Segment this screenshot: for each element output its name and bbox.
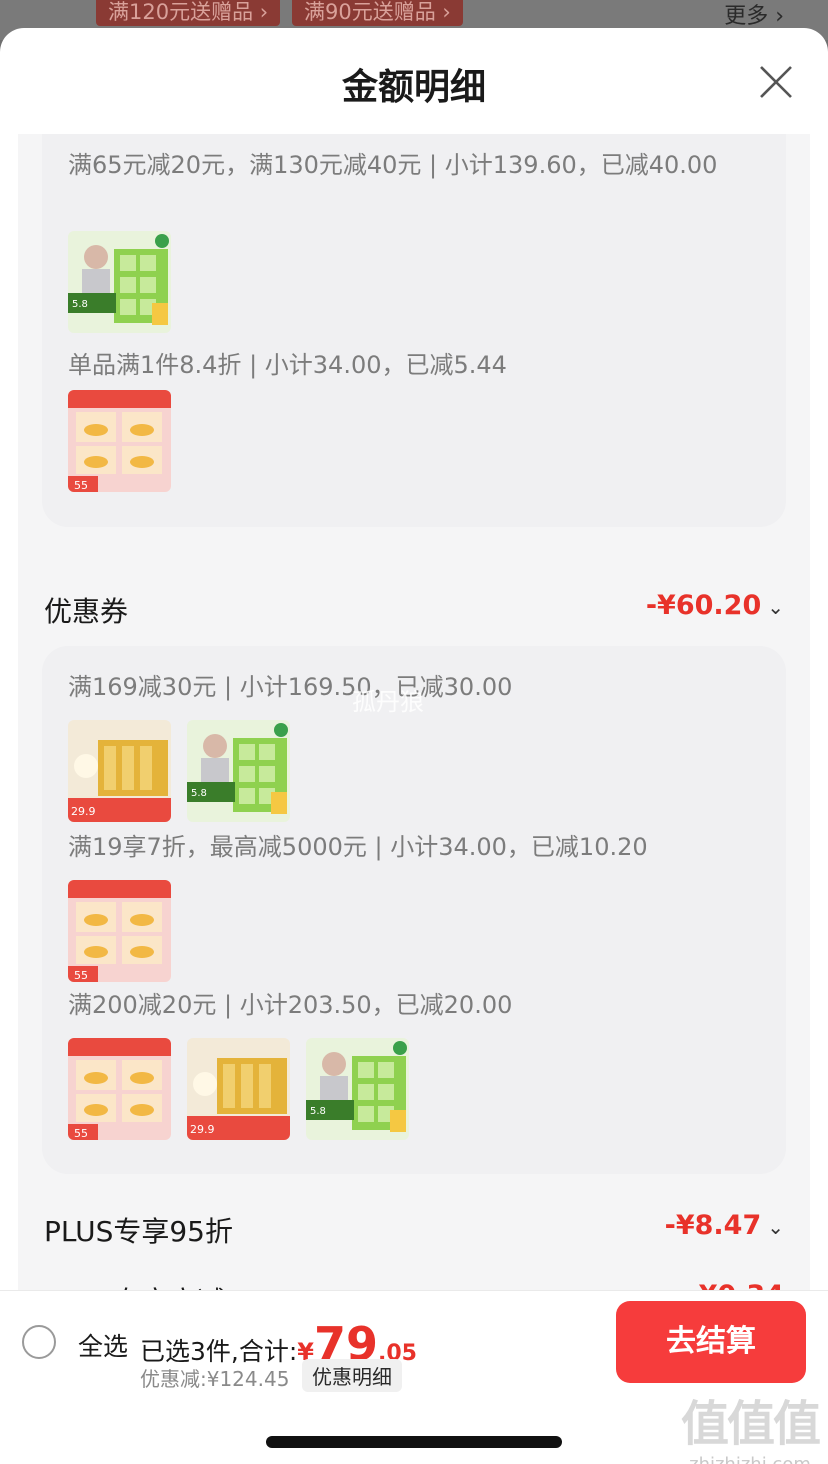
chevron-down-icon: ⌄ [767,595,784,619]
home-indicator [266,1436,562,1448]
coupon-value: -¥60.20 ⌄ [645,590,784,621]
site-url: zhizhizhi.com [676,1454,824,1464]
discount-detail-button[interactable]: 优惠明细 [302,1359,402,1392]
amount-detail-sheet: 金额明细 满65元减20元，满130元减40元 | 小计139.60，已减40.… [0,28,828,1464]
more-link: 更多 › [724,4,784,29]
price-tag: 55 [74,1127,88,1140]
coupon-thumbs-1: 29.9 5.8 [68,720,290,822]
site-logo: 值值值 [680,1396,821,1452]
chevron-down-icon: ⌄ [767,1215,784,1239]
price-tag: 55 [74,479,88,492]
coupon-thumbs-3: 55 29.9 5.8 [68,1038,409,1140]
promo-tag-90: 满90元送赠品 › [292,0,463,26]
coupon-rule-2: 满19享7折，最高减5000元 | 小计34.00，已减10.20 [68,833,648,861]
selected-count: 已选3件,合计: [140,1337,298,1366]
sheet-title: 金额明细 [341,67,486,108]
plus-discount-label: PLUS专享95折 [44,1215,233,1248]
promotion-card: 满65元减20元，满130元减40元 | 小计139.60，已减40.00 5.… [42,134,786,527]
product-thumb-gold-tissue[interactable]: 29.9 [68,720,171,822]
coupon-card: 满169减30元 | 小计169.50，已减30.00 29.9 5.8 满19… [42,646,786,1174]
coupon-thumbs-2: 55 [68,880,171,982]
price-tag: 5.8 [310,1106,326,1117]
close-button[interactable] [758,64,794,100]
price-tag: 5.8 [191,788,207,799]
product-thumb-green-tissue[interactable]: 5.8 [187,720,290,822]
price-tag: 29.9 [190,1123,215,1136]
watermark-text: 孤丹狼 [352,688,424,716]
product-thumb-green-tissue[interactable]: 5.8 [306,1038,409,1140]
select-all-label[interactable]: 全选 [78,1327,128,1363]
plus-discount-value: -¥8.47 ⌄ [664,1210,784,1241]
promo-thumbs-2: 55 [68,390,171,492]
coupon-label: 优惠券 [44,595,129,628]
discount-total: 优惠减:¥124.45 [140,1367,290,1391]
close-icon [760,66,792,98]
site-watermark: 值值值 zhizhizhi.com [676,1384,824,1464]
checkout-bar: 全选 已选3件,合计:¥79.05 优惠减:¥124.45 优惠明细 去结算 [0,1290,828,1392]
promo-rule-1: 满65元减20元，满130元减40元 | 小计139.60，已减40.00 [68,151,718,179]
coupon-row[interactable]: 优惠券 -¥60.20 ⌄ [44,590,784,630]
scroll-content[interactable]: 满65元减20元，满130元减40元 | 小计139.60，已减40.00 5.… [18,134,810,1294]
plus-discount-row[interactable]: PLUS专享95折 -¥8.47 ⌄ [44,1210,784,1250]
price-tag: 55 [74,969,88,982]
price-tag: 5.8 [72,299,88,310]
product-thumb-pink-tissue[interactable]: 55 [68,1038,171,1140]
promo-thumbs-1: 5.8 [68,231,171,333]
product-thumb-gold-tissue[interactable]: 29.9 [187,1038,290,1140]
product-thumb-pink-tissue[interactable]: 55 [68,880,171,982]
price-tag: 29.9 [71,805,96,818]
promo-tag-120: 满120元送赠品 › [96,0,281,26]
coupon-rule-3: 满200减20元 | 小计203.50，已减20.00 [68,991,513,1019]
product-thumb-green-tissue[interactable]: 5.8 [68,231,171,333]
promo-rule-2: 单品满1件8.4折 | 小计34.00，已减5.44 [68,351,507,379]
checkout-button[interactable]: 去结算 [616,1301,806,1383]
product-thumb-pink-tissue[interactable]: 55 [68,390,171,492]
select-all-radio[interactable] [22,1325,56,1359]
